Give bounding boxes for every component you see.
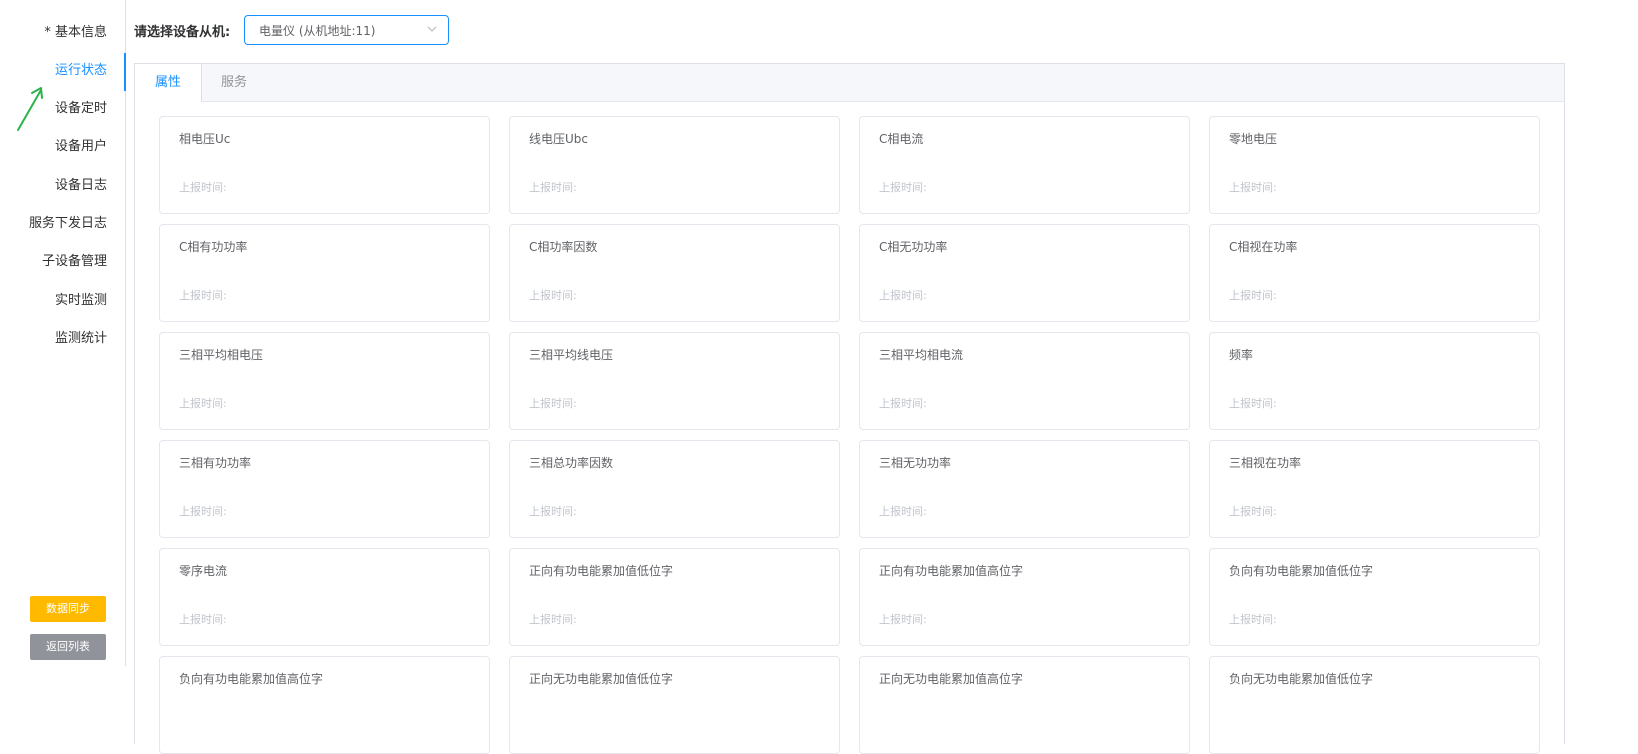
property-name: 相电压Uc xyxy=(179,132,231,146)
device-select-label: 请选择设备从机: xyxy=(134,25,231,40)
property-card: C相有功功率 上报时间: xyxy=(159,224,490,322)
property-name: 负向无功电能累加值低位字 xyxy=(1229,672,1374,686)
property-name: 正向无功电能累加值高位字 xyxy=(879,672,1024,686)
tab-attributes[interactable]: 属性 xyxy=(135,64,202,102)
report-time-label: 上报时间: xyxy=(1229,505,1277,518)
property-name: 三相无功功率 xyxy=(879,456,952,470)
report-time-label: 上报时间: xyxy=(879,613,927,626)
property-name: 三相总功率因数 xyxy=(529,456,614,470)
property-card: C相视在功率 上报时间: xyxy=(1209,224,1540,322)
property-card: 三相平均线电压 上报时间: xyxy=(509,332,840,430)
report-time-label: 上报时间: xyxy=(879,397,927,410)
report-time-label: 上报时间: xyxy=(179,289,227,302)
report-time-label: 上报时间: xyxy=(179,181,227,194)
property-card: 正向无功电能累加值高位字 xyxy=(859,656,1190,754)
sidebar-item-device-timer[interactable]: 设备定时 xyxy=(55,100,107,118)
property-card: 三相平均相电流 上报时间: xyxy=(859,332,1190,430)
property-card: 三相无功功率 上报时间: xyxy=(859,440,1190,538)
report-time-label: 上报时间: xyxy=(529,397,577,410)
property-card: 正向有功电能累加值高位字 上报时间: xyxy=(859,548,1190,646)
property-card: C相无功功率 上报时间: xyxy=(859,224,1190,322)
property-card: 三相有功功率 上报时间: xyxy=(159,440,490,538)
chevron-down-icon xyxy=(427,26,437,32)
property-card: 线电压Ubc 上报时间: xyxy=(509,116,840,214)
report-time-label: 上报时间: xyxy=(1229,397,1277,410)
report-time-label: 上报时间: xyxy=(529,505,577,518)
device-select-value: 电量仪 (从机地址:11) xyxy=(259,24,376,38)
active-indicator xyxy=(124,53,126,91)
sidebar-item-monitor-stats[interactable]: 监测统计 xyxy=(55,330,107,348)
tabs-header: 属性 服务 xyxy=(135,64,1564,102)
report-time-label: 上报时间: xyxy=(179,505,227,518)
tab-services[interactable]: 服务 xyxy=(201,64,267,102)
property-card: 三相视在功率 上报时间: xyxy=(1209,440,1540,538)
report-time-label: 上报时间: xyxy=(529,181,577,194)
property-name: 负向有功电能累加值低位字 xyxy=(1229,564,1374,578)
property-card: C相电流上报时间: xyxy=(859,116,1190,214)
sidebar-item-run-status[interactable]: 运行状态 xyxy=(55,62,107,80)
sidebar-item-basic-info[interactable]: * 基本信息 xyxy=(44,24,107,42)
sidebar-item-realtime-monitor[interactable]: 实时监测 xyxy=(55,292,107,310)
property-card: 负向无功电能累加值低位字 xyxy=(1209,656,1540,754)
data-sync-button[interactable]: 数据同步 xyxy=(30,596,106,622)
sidebar-item-sub-devices[interactable]: 子设备管理 xyxy=(42,253,107,271)
report-time-label: 上报时间: xyxy=(1229,289,1277,302)
property-name: 三相有功功率 xyxy=(179,456,252,470)
sidebar-item-device-log[interactable]: 设备日志 xyxy=(55,177,107,195)
property-name: 零地电压 xyxy=(1229,132,1278,146)
property-name: C相有功功率 xyxy=(179,240,248,254)
property-name: 三相视在功率 xyxy=(1229,456,1302,470)
property-card: 相电压Uc 上报时间: xyxy=(159,116,490,214)
property-name: 频率 xyxy=(1229,348,1254,362)
property-name: C相功率因数 xyxy=(529,240,598,254)
property-card: C相功率因数 上报时间: xyxy=(509,224,840,322)
report-time-label: 上报时间: xyxy=(1229,613,1277,626)
property-card: 负向有功电能累加值高位字 xyxy=(159,656,490,754)
property-card: 三相平均相电压 上报时间: xyxy=(159,332,490,430)
property-name: C相视在功率 xyxy=(1229,240,1298,254)
property-card: 正向无功电能累加值低位字 xyxy=(509,656,840,754)
report-time-label: 上报时间: xyxy=(879,505,927,518)
report-time-label: 上报时间: xyxy=(879,181,927,194)
property-name: 零序电流 xyxy=(179,564,228,578)
property-name: 三相平均相电流 xyxy=(879,348,964,362)
property-card: 负向有功电能累加值低位字 上报时间: xyxy=(1209,548,1540,646)
report-time-label: 上报时间: xyxy=(179,613,227,626)
property-name: C相无功功率 xyxy=(879,240,948,254)
property-name: C相电流 xyxy=(879,132,924,146)
property-name: 线电压Ubc xyxy=(529,132,588,146)
property-name: 正向有功电能累加值高位字 xyxy=(879,564,1024,578)
property-name: 三相平均相电压 xyxy=(179,348,264,362)
property-name: 正向无功电能累加值低位字 xyxy=(529,672,674,686)
property-card: 零地电压上报时间: xyxy=(1209,116,1540,214)
property-card: 频率上报时间: xyxy=(1209,332,1540,430)
annotation-arrow-icon xyxy=(17,87,43,131)
property-name: 负向有功电能累加值高位字 xyxy=(179,672,324,686)
back-to-list-button[interactable]: 返回列表 xyxy=(30,634,106,660)
property-card: 三相总功率因数 上报时间: xyxy=(509,440,840,538)
property-name: 正向有功电能累加值低位字 xyxy=(529,564,674,578)
report-time-label: 上报时间: xyxy=(1229,181,1277,194)
device-select[interactable]: 电量仪 (从机地址:11) xyxy=(244,15,449,45)
sidebar-item-device-users[interactable]: 设备用户 xyxy=(55,138,107,156)
property-card: 零序电流上报时间: xyxy=(159,548,490,646)
property-card: 正向有功电能累加值低位字 上报时间: xyxy=(509,548,840,646)
report-time-label: 上报时间: xyxy=(529,289,577,302)
report-time-label: 上报时间: xyxy=(179,397,227,410)
report-time-label: 上报时间: xyxy=(529,613,577,626)
sidebar-item-service-log[interactable]: 服务下发日志 xyxy=(29,215,107,233)
property-name: 三相平均线电压 xyxy=(529,348,614,362)
report-time-label: 上报时间: xyxy=(879,289,927,302)
